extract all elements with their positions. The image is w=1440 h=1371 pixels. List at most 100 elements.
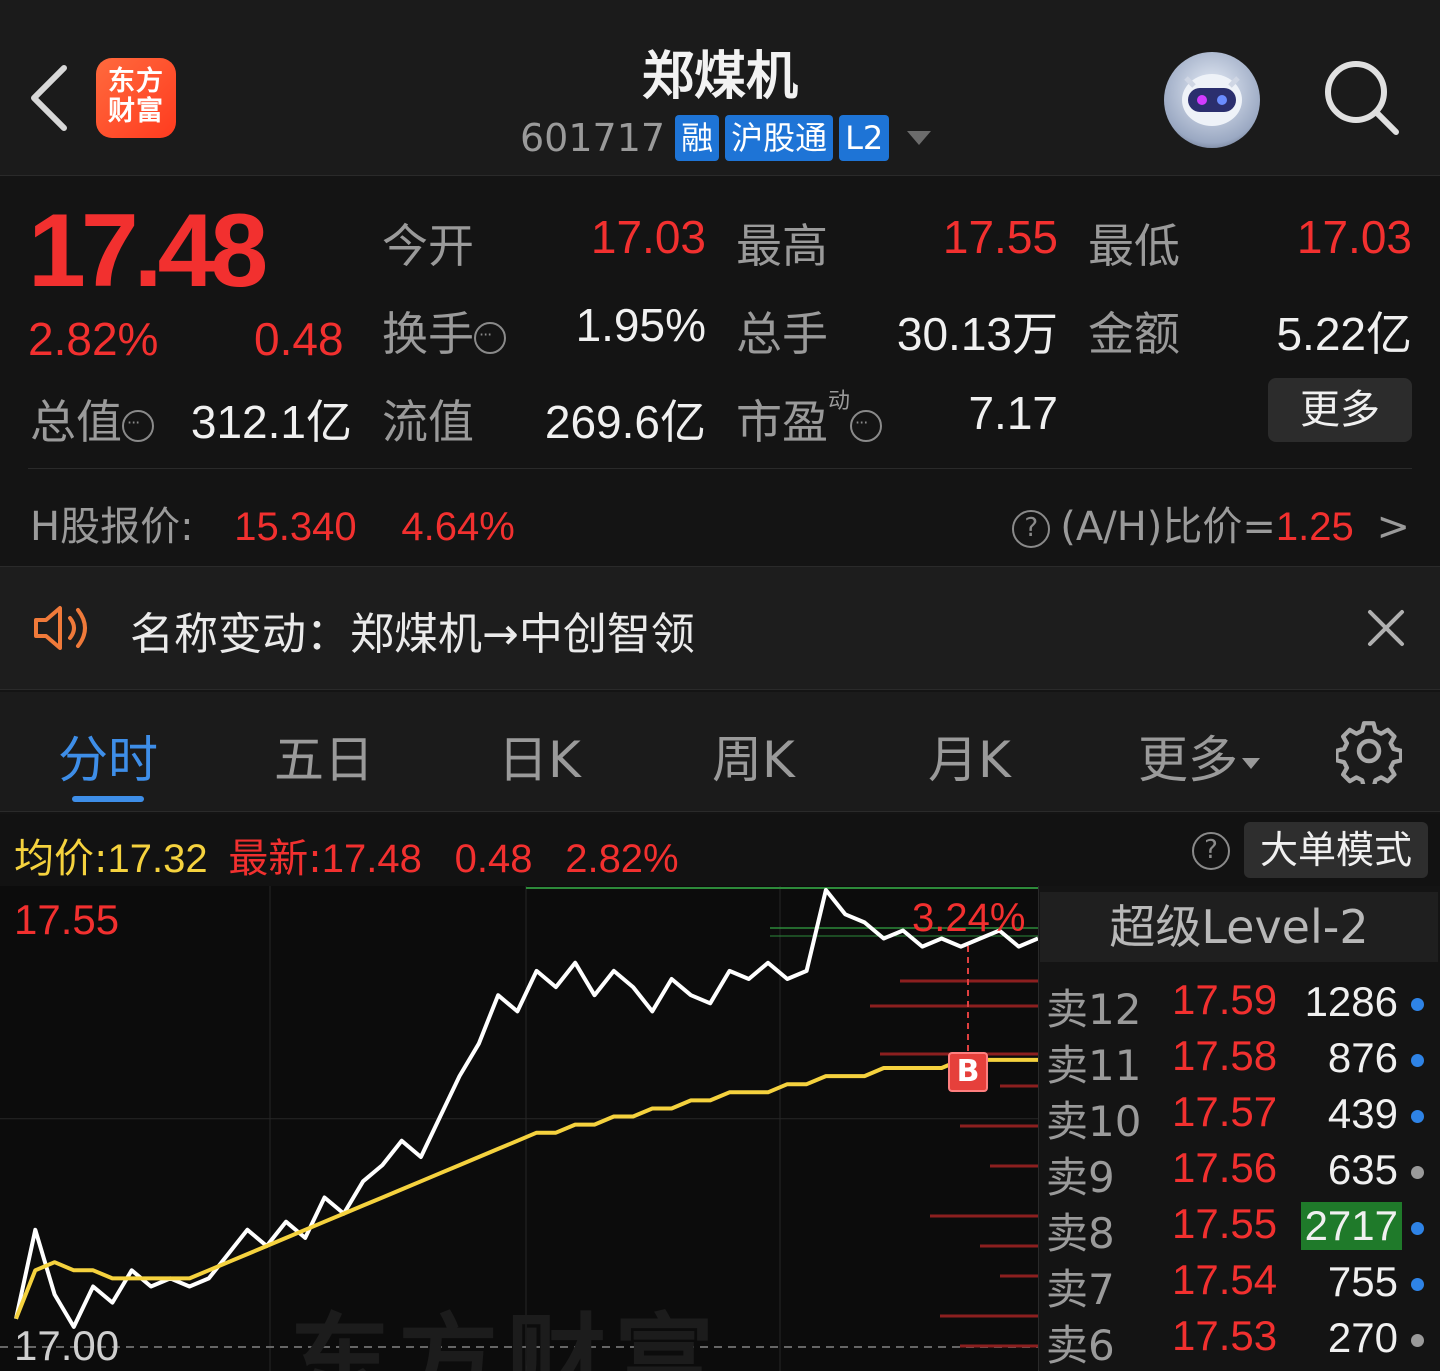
order-volume: 2717	[1300, 1202, 1402, 1250]
info-icon[interactable]	[474, 321, 506, 354]
order-volume: 1286	[1304, 978, 1398, 1025]
change-amount: 0.48	[254, 313, 344, 365]
order-volume: 270	[1327, 1314, 1398, 1361]
latest-percent: 2.82%	[565, 837, 679, 881]
order-book-title[interactable]: 超级Level-2	[1040, 892, 1438, 962]
close-notice-button[interactable]	[1362, 604, 1410, 652]
order-book-row[interactable]: 卖12 17.59 1286	[1040, 976, 1440, 1034]
order-source-dot-icon	[1411, 1334, 1424, 1347]
amount-label: 金额	[1088, 307, 1180, 361]
chevron-left-icon	[31, 65, 67, 131]
margin-tag: 融	[675, 115, 720, 161]
search-button[interactable]	[1320, 56, 1404, 140]
info-icon[interactable]	[122, 409, 154, 442]
order-book-row[interactable]: 卖9 17.56 635	[1040, 1144, 1440, 1202]
low-label: 最低	[1088, 219, 1180, 273]
float-cap-value: 269.6亿	[544, 396, 706, 448]
market-cap-value: 312.1亿	[190, 396, 352, 448]
order-book-row[interactable]: 卖11 17.58 876	[1040, 1032, 1440, 1090]
volume-label: 总手	[736, 307, 828, 361]
tab-intraday[interactable]: 分时	[58, 720, 158, 792]
order-book-row[interactable]: 卖6 17.53 270	[1040, 1312, 1440, 1370]
robot-assistant-avatar[interactable]	[1164, 52, 1260, 148]
order-level-label: 卖10	[1046, 1097, 1142, 1146]
help-icon: ?	[1192, 832, 1230, 870]
divider	[28, 468, 1412, 469]
high-label: 最高	[736, 219, 828, 273]
avg-label: 均价:	[14, 836, 108, 882]
open-value: 17.03	[590, 211, 706, 263]
low-value: 17.03	[1296, 211, 1412, 263]
order-source-dot-icon	[1411, 1110, 1424, 1123]
order-source-dot-icon	[1411, 1166, 1424, 1179]
level2-tag: L2	[839, 115, 890, 161]
volume-value: 30.13万	[896, 308, 1058, 360]
stock-name: 郑煤机	[641, 47, 798, 107]
order-book-row[interactable]: 卖10 17.57 439	[1040, 1088, 1440, 1146]
big-order-mode-button[interactable]: 大单模式	[1244, 822, 1428, 878]
active-tab-indicator	[72, 796, 144, 802]
order-volume: 755	[1327, 1258, 1398, 1305]
turnover-label[interactable]: 换手	[382, 298, 506, 364]
current-price: 17.48	[28, 193, 268, 309]
order-level-label: 卖9	[1046, 1153, 1115, 1202]
order-source-dot-icon	[1411, 1054, 1424, 1067]
latest-value: 17.48	[321, 837, 422, 881]
pe-superscript: 动	[828, 388, 851, 414]
order-level-label: 卖7	[1046, 1265, 1115, 1314]
stock-code: 601717	[520, 116, 666, 160]
dropdown-caret-icon[interactable]	[907, 131, 932, 145]
gear-icon	[1334, 721, 1404, 790]
percent-label: 3.24%	[912, 896, 1026, 940]
latest-change: 0.48	[454, 837, 533, 881]
pe-label-text: 市盈	[736, 395, 828, 449]
pe-label[interactable]: 市盈动	[736, 386, 883, 452]
order-level-label: 卖6	[1046, 1321, 1115, 1370]
ah-ratio-label: (A/H)比价=	[1060, 504, 1276, 550]
order-book-row[interactable]: 卖7 17.54 755	[1040, 1256, 1440, 1314]
order-price: 17.54	[1172, 1256, 1278, 1303]
more-stats-button[interactable]: 更多	[1268, 378, 1412, 442]
y-axis-top-label: 17.55	[14, 896, 120, 943]
tab-monthly-k[interactable]: 月K	[928, 720, 1011, 792]
ah-ratio-link[interactable]: ? (A/H)比价=1.25 >	[1012, 494, 1410, 552]
robot-icon	[1182, 74, 1242, 126]
high-value: 17.55	[942, 211, 1058, 263]
buy-marker[interactable]: B	[948, 1052, 988, 1092]
tab-daily-k[interactable]: 日K	[498, 720, 581, 792]
back-button[interactable]	[24, 58, 80, 138]
avg-value: 17.32	[107, 837, 208, 881]
info-icon[interactable]	[850, 409, 883, 442]
search-icon	[1325, 61, 1399, 135]
order-price: 17.56	[1172, 1144, 1278, 1191]
turnover-value: 1.95%	[575, 299, 706, 351]
order-source-dot-icon	[1411, 1222, 1424, 1235]
y-axis-bottom-label: 17.00	[14, 1322, 120, 1369]
market-cap-label-text: 总值	[30, 395, 122, 449]
app-logo[interactable]: 东方 财富	[96, 58, 176, 138]
chevron-right-icon: >	[1376, 504, 1410, 550]
turnover-label-text: 换手	[382, 307, 474, 361]
order-level-label: 卖8	[1046, 1209, 1115, 1258]
change-percent: 2.82%	[28, 313, 159, 365]
stock-code-row[interactable]: 601717 融 沪股通 L2	[520, 112, 932, 164]
help-icon[interactable]: ?	[1012, 510, 1051, 548]
notice-text: 名称变动：郑煤机→中创智领	[130, 609, 695, 660]
chart-settings-button[interactable]	[1334, 718, 1404, 790]
amount-value: 5.22亿	[1276, 308, 1412, 360]
h-share-price: 15.340	[234, 505, 357, 549]
market-cap-label[interactable]: 总值	[30, 386, 154, 452]
order-source-dot-icon	[1411, 998, 1424, 1011]
tab-more[interactable]: 更多	[1138, 720, 1260, 792]
tab-weekly-k[interactable]: 周K	[712, 720, 795, 792]
price-line	[14, 888, 1038, 1329]
order-book-row[interactable]: 卖8 17.55 2717	[1040, 1200, 1440, 1258]
order-price: 17.59	[1172, 976, 1278, 1023]
tab-five-day[interactable]: 五日	[274, 720, 374, 792]
order-price: 17.57	[1172, 1088, 1278, 1135]
order-level-label: 卖11	[1046, 1041, 1142, 1090]
h-share-label: H股报价:	[30, 504, 194, 550]
help-button[interactable]: ?	[1192, 832, 1240, 870]
order-price: 17.55	[1172, 1200, 1278, 1247]
order-volume: 876	[1327, 1034, 1398, 1081]
